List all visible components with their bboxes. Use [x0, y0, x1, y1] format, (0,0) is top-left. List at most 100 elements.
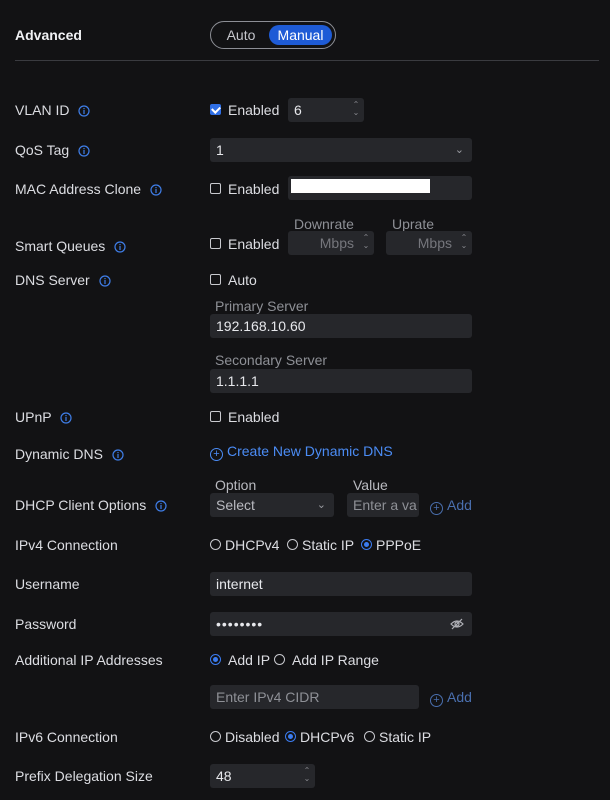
add-ip-range-radio[interactable] [274, 654, 285, 665]
ipv4-pppoe-label: PPPoE [376, 537, 422, 553]
additional-ip-add-button[interactable]: + Add [430, 689, 472, 707]
eye-slash-icon[interactable] [450, 618, 464, 630]
ipv4-cidr-input[interactable]: Enter IPv4 CIDR [210, 685, 419, 709]
qos-value: 1 [216, 142, 224, 158]
plus-circle-icon: + [210, 448, 223, 461]
info-icon[interactable] [155, 500, 167, 512]
uprate-input[interactable]: Mbps ⌃ ⌄ [386, 231, 472, 255]
vlan-label: VLAN ID [15, 102, 90, 118]
ipv6-label: IPv6 Connection [15, 729, 118, 745]
mac-address-input[interactable] [288, 176, 472, 200]
ipv4-static-label: Static IP [302, 537, 355, 553]
ipv4-label: IPv4 Connection [15, 537, 118, 553]
ddns-label: Dynamic DNS [15, 446, 124, 462]
qos-select[interactable]: 1 ⌄ [210, 138, 472, 162]
info-icon[interactable] [150, 184, 162, 196]
primary-server-value: 192.168.10.60 [216, 318, 306, 334]
additional-ip-add-text: Add [447, 689, 472, 705]
dns-label: DNS Server [15, 272, 111, 288]
stepper-icon[interactable]: ⌃ ⌄ [303, 767, 311, 783]
dhcp-option-value-placeholder: Enter a va [353, 497, 417, 513]
vlan-id-input[interactable]: 6 ⌃ ⌄ [288, 98, 364, 122]
password-value: •••••••• [216, 616, 264, 632]
ipv6-dhcpv6-label: DHCPv6 [300, 729, 355, 745]
dns-label-text: DNS Server [15, 272, 90, 288]
vlan-enabled-label: Enabled [228, 102, 280, 118]
stepper-icon[interactable]: ⌃ ⌄ [362, 234, 370, 250]
password-label: Password [15, 616, 77, 632]
mac-clone-label-text: MAC Address Clone [15, 181, 142, 197]
ipv6-disabled-radio[interactable] [210, 731, 221, 742]
info-icon[interactable] [78, 105, 90, 117]
smart-queues-label: Smart Queues [15, 238, 126, 254]
plus-circle-icon: + [430, 502, 443, 515]
upnp-enabled-checkbox[interactable] [210, 411, 221, 422]
mode-auto-option[interactable]: Auto [215, 25, 267, 45]
add-ip-range-label: Add IP Range [292, 652, 379, 668]
downrate-input[interactable]: Mbps ⌃ ⌄ [288, 231, 374, 255]
username-label: Username [15, 576, 80, 592]
uprate-label: Uprate [392, 216, 435, 232]
stepper-icon[interactable]: ⌃ ⌄ [460, 234, 468, 250]
add-ip-radio[interactable] [210, 654, 221, 665]
ddns-label-text: Dynamic DNS [15, 446, 103, 462]
ipv6-static-radio[interactable] [364, 731, 375, 742]
dhcp-option-add-button[interactable]: + Add [430, 497, 472, 515]
password-input[interactable]: •••••••• [210, 612, 472, 636]
primary-server-label: Primary Server [215, 298, 309, 314]
section-title: Advanced [15, 27, 82, 43]
mac-clone-label: MAC Address Clone [15, 181, 162, 197]
stepper-icon[interactable]: ⌃ ⌄ [352, 101, 360, 117]
ipv4-dhcpv4-label: DHCPv4 [225, 537, 280, 553]
add-ip-label: Add IP [228, 652, 271, 668]
prefix-delegation-value: 48 [216, 768, 232, 784]
info-icon[interactable] [114, 241, 126, 253]
create-ddns-link[interactable]: + Create New Dynamic DNS [210, 443, 393, 461]
username-input[interactable]: internet [210, 572, 472, 596]
plus-circle-icon: + [430, 694, 443, 707]
smart-queues-enabled-checkbox[interactable] [210, 238, 221, 249]
additional-ip-label: Additional IP Addresses [15, 652, 163, 668]
ipv6-disabled-label: Disabled [225, 729, 280, 745]
vlan-enabled-checkbox[interactable] [210, 104, 221, 115]
info-icon[interactable] [78, 145, 90, 157]
mode-manual-option[interactable]: Manual [269, 25, 332, 45]
upnp-enabled-label: Enabled [228, 409, 280, 425]
primary-server-input[interactable]: 192.168.10.60 [210, 314, 472, 338]
prefix-label: Prefix Delegation Size [15, 768, 153, 784]
smart-queues-label-text: Smart Queues [15, 238, 106, 254]
ipv4-dhcpv4-radio[interactable] [210, 539, 221, 550]
divider [15, 60, 599, 61]
dhcp-option-select[interactable]: Select ⌄ [210, 493, 334, 517]
mac-clone-enabled-label: Enabled [228, 181, 280, 197]
dhcp-option-add-text: Add [447, 497, 472, 513]
chevron-down-icon: ⌄ [316, 499, 326, 511]
create-ddns-text: Create New Dynamic DNS [227, 443, 393, 459]
info-icon[interactable] [60, 412, 72, 424]
dhcp-option-value-input[interactable]: Enter a va [347, 493, 419, 517]
vlan-label-text: VLAN ID [15, 102, 70, 118]
uprate-placeholder: Mbps [417, 235, 452, 251]
vlan-id-value: 6 [294, 102, 302, 118]
prefix-delegation-input[interactable]: 48 ⌃ ⌄ [210, 764, 315, 788]
mode-toggle[interactable]: Auto Manual [210, 21, 336, 49]
value-column-label: Value [353, 477, 388, 493]
downrate-label: Downrate [294, 216, 354, 232]
qos-label-text: QoS Tag [15, 142, 70, 158]
qos-label: QoS Tag [15, 142, 90, 158]
ipv4-cidr-placeholder: Enter IPv4 CIDR [216, 689, 320, 705]
smart-queues-enabled-label: Enabled [228, 236, 280, 252]
chevron-down-icon: ⌄ [454, 144, 464, 156]
ipv4-static-radio[interactable] [287, 539, 298, 550]
dhcp-option-select-value: Select [216, 497, 255, 513]
dns-auto-checkbox[interactable] [210, 274, 221, 285]
info-icon[interactable] [98, 275, 111, 287]
mac-clone-enabled-checkbox[interactable] [210, 183, 221, 194]
secondary-server-input[interactable]: 1.1.1.1 [210, 369, 472, 393]
option-column-label: Option [215, 477, 257, 493]
info-icon[interactable] [112, 449, 124, 461]
upnp-label: UPnP [15, 409, 72, 425]
dhcp-options-label-text: DHCP Client Options [15, 497, 147, 513]
ipv6-dhcpv6-radio[interactable] [285, 731, 296, 742]
ipv4-pppoe-radio[interactable] [361, 539, 372, 550]
